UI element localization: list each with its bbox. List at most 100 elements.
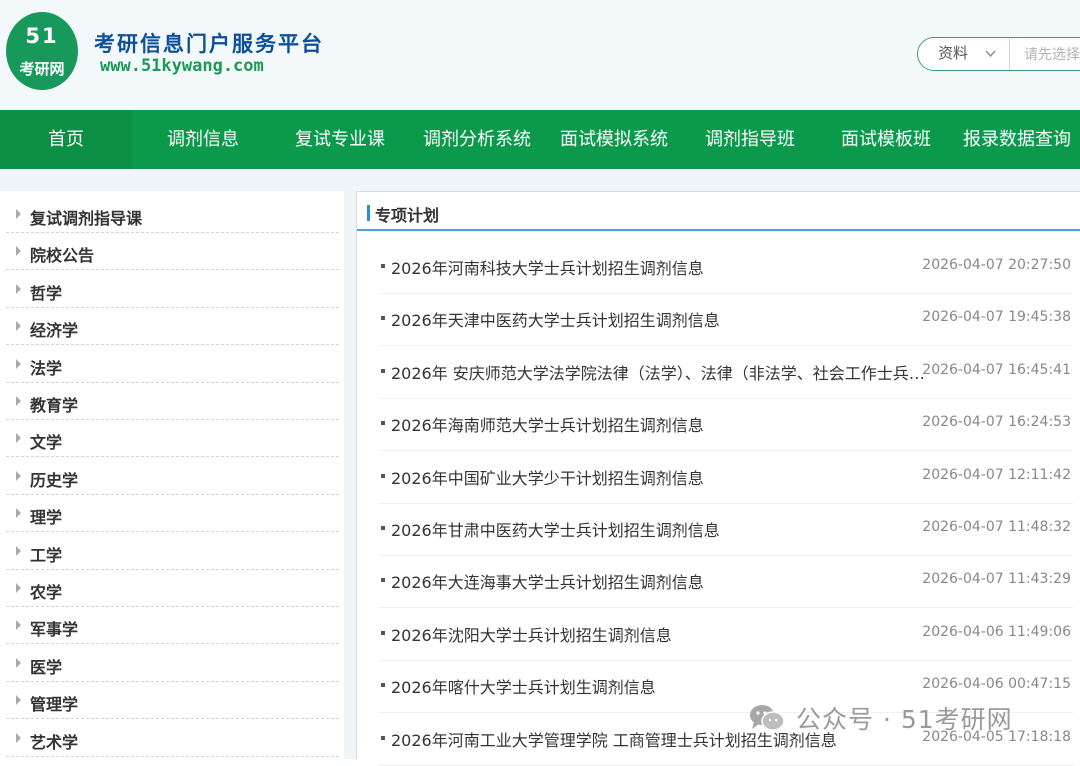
- nav-item-interview-template[interactable]: 面试模板班: [818, 110, 954, 169]
- sidebar-item-label: 文学: [30, 433, 63, 453]
- bullet-icon: [381, 316, 385, 321]
- panel-header: 专项计划: [357, 192, 1080, 231]
- search-category-select[interactable]: 资料: [918, 38, 1010, 70]
- watermark-text: 公众号 · 51考研网: [796, 705, 1013, 734]
- news-date: 2026-04-07 16:45:41: [922, 361, 1071, 378]
- list-item: 2026年沈阳大学士兵计划招生调剂信息 2026-04-06 11:49:06: [379, 609, 1073, 661]
- news-date: 2026-04-07 12:11:42: [922, 466, 1071, 483]
- bullet-icon: [381, 526, 385, 530]
- bullet-icon: [381, 264, 385, 268]
- sidebar-item-label: 管理学: [30, 695, 79, 715]
- nav-item-retest-courses[interactable]: 复试专业课: [274, 110, 406, 169]
- sidebar-item-label: 院校公告: [30, 246, 95, 266]
- sidebar-item-philosophy[interactable]: 哲学: [6, 271, 339, 308]
- bullet-icon: [381, 735, 385, 740]
- search-input[interactable]: [1012, 40, 1080, 68]
- sidebar-item-label: 艺术学: [30, 732, 79, 752]
- caret-right-icon: [16, 209, 21, 219]
- news-date: 2026-04-07 11:43:29: [922, 571, 1071, 588]
- nav-item-adjustment-info[interactable]: 调剂信息: [137, 110, 269, 169]
- nav-item-admission-data[interactable]: 报录数据查询: [954, 110, 1080, 169]
- sidebar-item-label: 医学: [30, 657, 63, 677]
- sidebar-item-label: 经济学: [30, 321, 79, 341]
- sidebar-item-label: 农学: [30, 583, 63, 602]
- logo-number: 51: [25, 24, 59, 48]
- news-title-link[interactable]: 2026年大连海事大学士兵计划招生调剂信息: [391, 569, 931, 593]
- nav-item-adjustment-class[interactable]: 调剂指导班: [682, 110, 818, 169]
- bullet-icon: [381, 473, 385, 478]
- panel-title: 专项计划: [375, 206, 440, 225]
- caret-right-icon: [16, 433, 21, 444]
- news-title-link[interactable]: 2026年河南科技大学士兵计划招生调剂信息: [391, 255, 931, 279]
- list-item: 2026年甘肃中医药大学士兵计划招生调剂信息 2026-04-07 11:48:3…: [379, 504, 1073, 556]
- sidebar: 复试调剂指导课 院校公告 哲学 经济学 法学 教育学 文学 历史学 理学 工学 …: [0, 196, 344, 759]
- news-title-link[interactable]: 2026年中国矿业大学少干计划招生调剂信息: [391, 465, 931, 489]
- news-date: 2026-04-06 11:49:06: [922, 623, 1071, 640]
- sidebar-item-science[interactable]: 理学: [6, 495, 339, 533]
- nav-item-home[interactable]: 首页: [0, 110, 132, 169]
- caret-right-icon: [16, 321, 21, 332]
- bullet-icon: [381, 578, 385, 583]
- main-nav: 首页 调剂信息 复试专业课 调剂分析系统 面试模拟系统 调剂指导班 面试模板班 …: [0, 110, 1080, 169]
- list-item: 2026年大连海事大学士兵计划招生调剂信息 2026-04-07 11:43:29: [379, 556, 1073, 609]
- sidebar-item-announcements[interactable]: 院校公告: [6, 233, 339, 271]
- news-title-link[interactable]: 2026年喀什大学士兵计划生调剂信息: [391, 674, 931, 698]
- sidebar-item-education[interactable]: 教育学: [6, 383, 339, 420]
- bullet-icon: [381, 421, 385, 426]
- site-name: 考研信息门户服务平台: [94, 31, 324, 56]
- site-logo[interactable]: 51 考研网: [6, 12, 78, 90]
- sidebar-item-engineering[interactable]: 工学: [6, 533, 339, 570]
- caret-right-icon: [16, 545, 21, 556]
- list-item: 2026年中国矿业大学少干计划招生调剂信息 2026-04-07 12:11:42: [379, 452, 1073, 504]
- caret-right-icon: [16, 358, 21, 369]
- news-date: 2026-04-06 00:47:15: [922, 676, 1071, 693]
- caret-right-icon: [16, 246, 21, 257]
- news-title-link[interactable]: 2026年沈阳大学士兵计划招生调剂信息: [391, 622, 931, 646]
- nav-item-adjustment-analysis[interactable]: 调剂分析系统: [409, 110, 545, 169]
- sidebar-item-label: 军事学: [30, 620, 79, 640]
- caret-right-icon: [16, 396, 21, 406]
- list-item: 2026年河南科技大学士兵计划招生调剂信息 2026-04-07 20:27:50: [379, 242, 1073, 294]
- list-item: 2026年天津中医药大学士兵计划招生调剂信息 2026-04-07 19:45:3…: [379, 294, 1073, 347]
- news-date: 2026-04-07 16:24:53: [922, 414, 1071, 431]
- sidebar-item-military[interactable]: 军事学: [6, 607, 339, 645]
- sidebar-item-label: 复试调剂指导课: [30, 209, 143, 228]
- sidebar-item-management[interactable]: 管理学: [6, 682, 339, 720]
- sidebar-item-label: 理学: [30, 508, 63, 528]
- news-date: 2026-04-07 19:45:38: [922, 309, 1071, 326]
- sidebar-item-label: 历史学: [30, 470, 79, 490]
- header-spacer: [0, 169, 1080, 191]
- sidebar-item-economics[interactable]: 经济学: [6, 308, 339, 346]
- caret-right-icon: [16, 583, 21, 593]
- news-title-link[interactable]: 2026年海南师范大学士兵计划招生调剂信息: [391, 412, 931, 436]
- bullet-icon: [381, 368, 385, 373]
- caret-right-icon: [16, 470, 21, 481]
- news-panel: 专项计划 2026年河南科技大学士兵计划招生调剂信息 2026-04-07 20:…: [356, 191, 1080, 766]
- sidebar-item-label: 法学: [30, 358, 63, 378]
- news-title-link[interactable]: 2026年 安庆师范大学法学院法律（法学）、法律（非法学、社会工作士兵计划招生调…: [391, 360, 931, 384]
- sidebar-item-law[interactable]: 法学: [6, 346, 339, 383]
- sidebar-item-medicine[interactable]: 医学: [6, 645, 339, 682]
- news-date: 2026-04-07 11:48:32: [922, 519, 1071, 535]
- news-title-link[interactable]: 2026年天津中医药大学士兵计划招生调剂信息: [391, 307, 931, 331]
- caret-right-icon: [16, 657, 21, 668]
- sidebar-item-arts[interactable]: 艺术学: [6, 720, 339, 757]
- chevron-down-icon: [984, 38, 997, 81]
- sidebar-item-label: 教育学: [30, 396, 79, 415]
- sidebar-item-guidance[interactable]: 复试调剂指导课: [6, 196, 339, 233]
- sidebar-item-history[interactable]: 历史学: [6, 458, 339, 495]
- sidebar-item-literature[interactable]: 文学: [6, 420, 339, 458]
- search-category-value: 资料: [938, 44, 969, 62]
- logo-text: 考研网: [19, 60, 65, 78]
- list-item: 2026年 安庆师范大学法学院法律（法学）、法律（非法学、社会工作士兵计划招生调…: [379, 347, 1073, 399]
- caret-right-icon: [16, 620, 21, 631]
- sidebar-item-agriculture[interactable]: 农学: [6, 570, 339, 607]
- sidebar-item-label: 哲学: [30, 283, 63, 303]
- nav-item-interview-simulation[interactable]: 面试模拟系统: [546, 110, 682, 169]
- sidebar-item-label: 工学: [30, 545, 63, 565]
- bullet-icon: [381, 683, 385, 688]
- column-divider: [344, 191, 356, 759]
- wechat-icon: [748, 704, 786, 732]
- news-title-link[interactable]: 2026年甘肃中医药大学士兵计划招生调剂信息: [391, 517, 931, 541]
- caret-right-icon: [16, 732, 21, 743]
